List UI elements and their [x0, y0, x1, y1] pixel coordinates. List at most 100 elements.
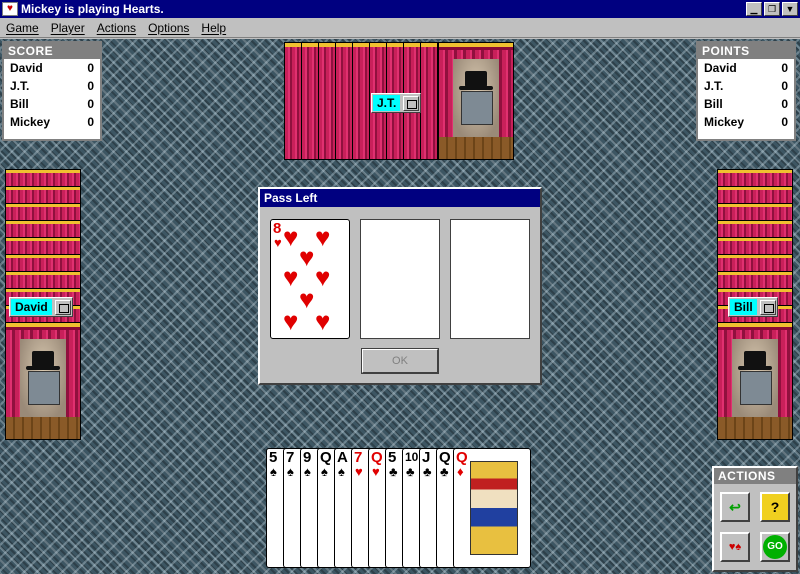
card-rank: 5: [269, 449, 278, 466]
card-rank: Q: [320, 449, 332, 466]
card-back: [5, 169, 81, 187]
pass-slot-2[interactable]: [360, 219, 440, 339]
go-button[interactable]: GO: [760, 532, 790, 562]
heart-icon: ♥: [315, 306, 331, 336]
player-name: David: [11, 299, 52, 315]
heart-icon: ♥: [283, 262, 299, 292]
card-rank: A: [337, 449, 348, 466]
cards-icon[interactable]: ♥♠: [720, 532, 750, 562]
player-menu-button[interactable]: [54, 299, 71, 315]
card-rank: 10: [405, 450, 419, 464]
score-value: 0: [87, 115, 94, 129]
card-back: [438, 42, 514, 160]
card-back: [318, 42, 336, 160]
points-value: 0: [781, 79, 788, 93]
card-back: [5, 220, 81, 238]
window-title: Mickey is playing Hearts.: [21, 2, 164, 16]
club-icon: ♣: [389, 464, 398, 479]
spade-icon: ♠: [270, 464, 277, 479]
points-header: POINTS: [698, 43, 794, 59]
points-name: Mickey: [704, 115, 745, 129]
card-table: SCORE David 0 J.T. 0 Bill 0 Mickey 0 POINTS …: [0, 39, 800, 574]
heart-icon: ♥: [283, 306, 299, 336]
player-tag-east[interactable]: Bill: [728, 297, 778, 317]
points-value: 0: [781, 61, 788, 75]
points-name: David: [704, 61, 737, 75]
menu-player[interactable]: Player: [45, 21, 91, 35]
card-rank: 7: [354, 449, 363, 466]
player-menu-button[interactable]: [759, 299, 776, 315]
card-rank: Q: [439, 449, 451, 466]
player-name: J.T.: [373, 95, 401, 111]
menu-game[interactable]: Game: [0, 21, 45, 35]
points-row: Mickey 0: [698, 113, 794, 131]
heart-icon: ♥: [372, 464, 380, 479]
score-name: David: [10, 61, 43, 75]
score-value: 0: [87, 79, 94, 93]
card-back: [717, 169, 793, 187]
club-icon: ♣: [406, 464, 415, 479]
score-value: 0: [87, 97, 94, 111]
restore-button[interactable]: ❐: [764, 2, 780, 16]
card-back: [335, 42, 353, 160]
score-name: Mickey: [10, 115, 51, 129]
actions-header: ACTIONS: [714, 468, 796, 484]
maximize-button[interactable]: ▼: [782, 2, 798, 16]
score-header: SCORE: [4, 43, 100, 59]
card-rank: 9: [303, 449, 312, 466]
card-back: [5, 186, 81, 204]
card-back: [420, 42, 438, 160]
heart-icon: ♥: [315, 222, 331, 252]
menu-bar: Game Player Actions Options Help: [0, 18, 800, 38]
card-back: [301, 42, 319, 160]
dialog-title: Pass Left: [260, 189, 540, 207]
card-back: [717, 220, 793, 238]
menu-options[interactable]: Options: [142, 21, 195, 35]
card-back: [717, 271, 793, 289]
heart-icon: ♥: [355, 464, 363, 479]
club-icon: ♣: [440, 464, 449, 479]
card-back: [5, 203, 81, 221]
club-icon: ♣: [423, 464, 432, 479]
card-rank: 8: [273, 220, 282, 237]
help-button[interactable]: ?: [760, 492, 790, 522]
player-tag-north[interactable]: J.T.: [371, 93, 422, 113]
heart-icon: ♥: [283, 222, 299, 252]
heart-icon: ♥: [299, 284, 315, 314]
player-menu-button[interactable]: [403, 95, 420, 111]
score-name: J.T.: [10, 79, 30, 93]
actions-panel: ACTIONS ↩ ? ♥♠ GO: [712, 466, 798, 572]
card-back: [717, 186, 793, 204]
hearts-app-icon[interactable]: ♥: [2, 2, 18, 16]
ok-button[interactable]: OK: [362, 349, 438, 373]
points-row: Bill 0: [698, 95, 794, 113]
queen-face-art: [470, 461, 518, 555]
player-name: Bill: [730, 299, 757, 315]
heart-icon: ♥: [315, 262, 331, 292]
pass-slot-1[interactable]: 8 ♥ ♥ ♥ ♥ ♥ ♥ ♥ ♥ ♥: [270, 219, 350, 339]
points-row: J.T. 0: [698, 77, 794, 95]
card-rank: J: [422, 449, 431, 466]
score-name: Bill: [10, 97, 29, 111]
spade-icon: ♠: [304, 464, 311, 479]
menu-help[interactable]: Help: [195, 21, 232, 35]
score-row: David 0: [4, 59, 100, 77]
passed-card[interactable]: 8 ♥ ♥ ♥ ♥ ♥ ♥ ♥ ♥ ♥: [270, 219, 350, 339]
spade-icon: ♠: [338, 464, 345, 479]
card-back: [352, 42, 370, 160]
spade-icon: ♠: [321, 464, 328, 479]
player-tag-west[interactable]: David: [9, 297, 73, 317]
minimize-button[interactable]: ▁: [746, 2, 762, 16]
score-value: 0: [87, 61, 94, 75]
card-rank: Q: [371, 449, 383, 466]
card-back: [5, 271, 81, 289]
pass-slot-3[interactable]: [450, 219, 530, 339]
go-label: GO: [763, 535, 787, 559]
undo-arrow-icon[interactable]: ↩: [720, 492, 750, 522]
points-value: 0: [781, 97, 788, 111]
menu-actions[interactable]: Actions: [91, 21, 142, 35]
card-back: [717, 203, 793, 221]
heart-icon: ♥: [299, 242, 315, 272]
hand-card[interactable]: Q ♦: [453, 448, 531, 568]
diamond-icon: ♦: [457, 464, 464, 479]
